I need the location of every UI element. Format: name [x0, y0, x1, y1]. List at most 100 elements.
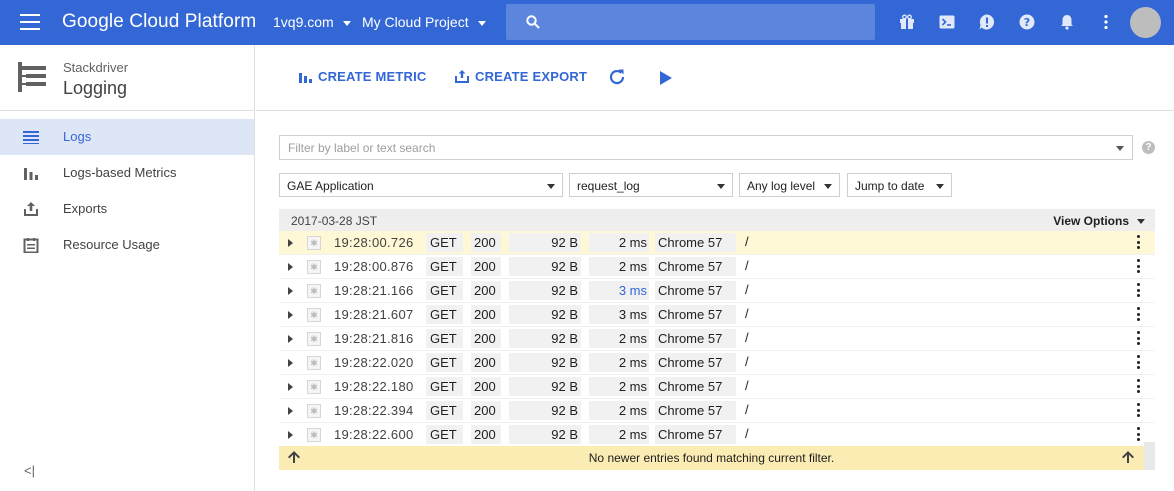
- more-vert-icon[interactable]: [1097, 13, 1115, 31]
- expand-arrow-icon[interactable]: [288, 359, 293, 367]
- response-size[interactable]: 92 B: [509, 329, 581, 348]
- response-size[interactable]: 92 B: [509, 281, 581, 300]
- more-vert-icon[interactable]: [1137, 379, 1141, 395]
- create-export-button[interactable]: CREATE EXPORT: [455, 69, 587, 84]
- response-size[interactable]: 92 B: [509, 353, 581, 372]
- log-name-select[interactable]: request_log: [569, 173, 733, 197]
- response-size[interactable]: 92 B: [509, 305, 581, 324]
- more-vert-icon[interactable]: [1137, 307, 1141, 323]
- expand-arrow-icon[interactable]: [288, 407, 293, 415]
- more-vert-icon[interactable]: [1137, 259, 1141, 275]
- http-status[interactable]: 200: [471, 425, 501, 444]
- more-vert-icon[interactable]: [1137, 403, 1141, 419]
- scrollbar[interactable]: [1144, 442, 1155, 470]
- log-entry-row[interactable]: ✱ 19:28:21.166 GET 200 92 B 3 ms Chrome 57 /: [279, 279, 1155, 303]
- user-agent[interactable]: Chrome 57: [655, 425, 736, 444]
- user-agent[interactable]: Chrome 57: [655, 281, 736, 300]
- terminal-icon[interactable]: [938, 13, 956, 31]
- account-selector[interactable]: 1vq9.com: [273, 14, 351, 30]
- http-method[interactable]: GET: [426, 425, 463, 444]
- jump-to-date-select[interactable]: Jump to date: [847, 173, 952, 197]
- http-status[interactable]: 200: [471, 281, 501, 300]
- expand-arrow-icon[interactable]: [288, 335, 293, 343]
- log-level-select[interactable]: Any log level: [739, 173, 840, 197]
- latency[interactable]: 2 ms: [589, 257, 649, 276]
- http-status[interactable]: 200: [471, 257, 501, 276]
- http-status[interactable]: 200: [471, 401, 501, 420]
- response-size[interactable]: 92 B: [509, 425, 581, 444]
- notifications-icon[interactable]: [1058, 13, 1076, 31]
- sidebar-item-logs-based-metrics[interactable]: Logs-based Metrics: [0, 155, 254, 191]
- expand-arrow-icon[interactable]: [288, 263, 293, 271]
- resource-select[interactable]: GAE Application: [279, 173, 563, 197]
- sidebar-item-resource-usage[interactable]: Resource Usage: [0, 227, 254, 263]
- help-icon[interactable]: ?: [1018, 13, 1036, 31]
- user-agent[interactable]: Chrome 57: [655, 353, 736, 372]
- chevron-down-icon[interactable]: [1116, 146, 1124, 151]
- expand-arrow-icon[interactable]: [288, 239, 293, 247]
- gift-icon[interactable]: [898, 13, 916, 31]
- log-entry-row[interactable]: ✱ 19:28:22.180 GET 200 92 B 2 ms Chrome 57 /: [279, 375, 1155, 399]
- latency[interactable]: 2 ms: [589, 401, 649, 420]
- log-entry-row[interactable]: ✱ 19:28:22.020 GET 200 92 B 2 ms Chrome 57 /: [279, 351, 1155, 375]
- http-method[interactable]: GET: [426, 305, 463, 324]
- expand-arrow-icon[interactable]: [288, 287, 293, 295]
- http-status[interactable]: 200: [471, 353, 501, 372]
- collapse-nav-button[interactable]: <|: [24, 463, 35, 478]
- play-icon[interactable]: [660, 71, 672, 85]
- refresh-icon[interactable]: [608, 68, 626, 86]
- latency[interactable]: 2 ms: [589, 425, 649, 444]
- arrow-up-icon[interactable]: [1121, 450, 1135, 464]
- create-metric-button[interactable]: CREATE METRIC: [299, 69, 427, 84]
- latency[interactable]: 2 ms: [589, 233, 649, 252]
- more-vert-icon[interactable]: [1137, 283, 1141, 299]
- http-method[interactable]: GET: [426, 281, 463, 300]
- http-method[interactable]: GET: [426, 401, 463, 420]
- view-options-button[interactable]: View Options: [1053, 214, 1129, 228]
- response-size[interactable]: 92 B: [509, 257, 581, 276]
- alert-icon[interactable]: [978, 13, 996, 31]
- expand-arrow-icon[interactable]: [288, 431, 293, 439]
- http-method[interactable]: GET: [426, 377, 463, 396]
- more-vert-icon[interactable]: [1137, 235, 1141, 251]
- log-entry-row[interactable]: ✱ 19:28:21.816 GET 200 92 B 2 ms Chrome 57 /: [279, 327, 1155, 351]
- http-status[interactable]: 200: [471, 233, 501, 252]
- log-entry-row[interactable]: ✱ 19:28:22.394 GET 200 92 B 2 ms Chrome 57 /: [279, 399, 1155, 423]
- latency[interactable]: 2 ms: [589, 377, 649, 396]
- menu-icon[interactable]: [20, 14, 40, 30]
- latency[interactable]: 2 ms: [589, 329, 649, 348]
- http-method[interactable]: GET: [426, 233, 463, 252]
- more-vert-icon[interactable]: [1137, 331, 1141, 347]
- response-size[interactable]: 92 B: [509, 377, 581, 396]
- user-agent[interactable]: Chrome 57: [655, 233, 736, 252]
- log-entry-row[interactable]: ✱ 19:28:00.726 GET 200 92 B 2 ms Chrome 57 /: [279, 231, 1155, 255]
- log-entry-row[interactable]: ✱ 19:28:21.607 GET 200 92 B 3 ms Chrome 57 /: [279, 303, 1155, 327]
- help-icon[interactable]: ?: [1142, 141, 1155, 154]
- brand-title[interactable]: Google Cloud Platform: [62, 11, 256, 33]
- user-agent[interactable]: Chrome 57: [655, 305, 736, 324]
- more-vert-icon[interactable]: [1137, 355, 1141, 371]
- search-input[interactable]: [506, 4, 875, 40]
- latency[interactable]: 3 ms: [589, 305, 649, 324]
- sidebar-item-exports[interactable]: Exports: [0, 191, 254, 227]
- http-status[interactable]: 200: [471, 377, 501, 396]
- chevron-down-icon[interactable]: [1137, 219, 1145, 224]
- user-agent[interactable]: Chrome 57: [655, 257, 736, 276]
- http-method[interactable]: GET: [426, 329, 463, 348]
- user-agent[interactable]: Chrome 57: [655, 329, 736, 348]
- log-entry-row[interactable]: ✱ 19:28:22.600 GET 200 92 B 2 ms Chrome 57 /: [279, 423, 1155, 447]
- more-vert-icon[interactable]: [1137, 427, 1141, 443]
- response-size[interactable]: 92 B: [509, 233, 581, 252]
- filter-input[interactable]: Filter by label or text search: [279, 135, 1133, 160]
- avatar[interactable]: [1130, 7, 1161, 38]
- http-status[interactable]: 200: [471, 329, 501, 348]
- sidebar-item-logs[interactable]: Logs: [0, 119, 254, 155]
- expand-arrow-icon[interactable]: [288, 311, 293, 319]
- user-agent[interactable]: Chrome 57: [655, 377, 736, 396]
- http-method[interactable]: GET: [426, 257, 463, 276]
- project-selector[interactable]: My Cloud Project: [362, 14, 486, 30]
- user-agent[interactable]: Chrome 57: [655, 401, 736, 420]
- latency[interactable]: 3 ms: [589, 281, 649, 300]
- http-method[interactable]: GET: [426, 353, 463, 372]
- http-status[interactable]: 200: [471, 305, 501, 324]
